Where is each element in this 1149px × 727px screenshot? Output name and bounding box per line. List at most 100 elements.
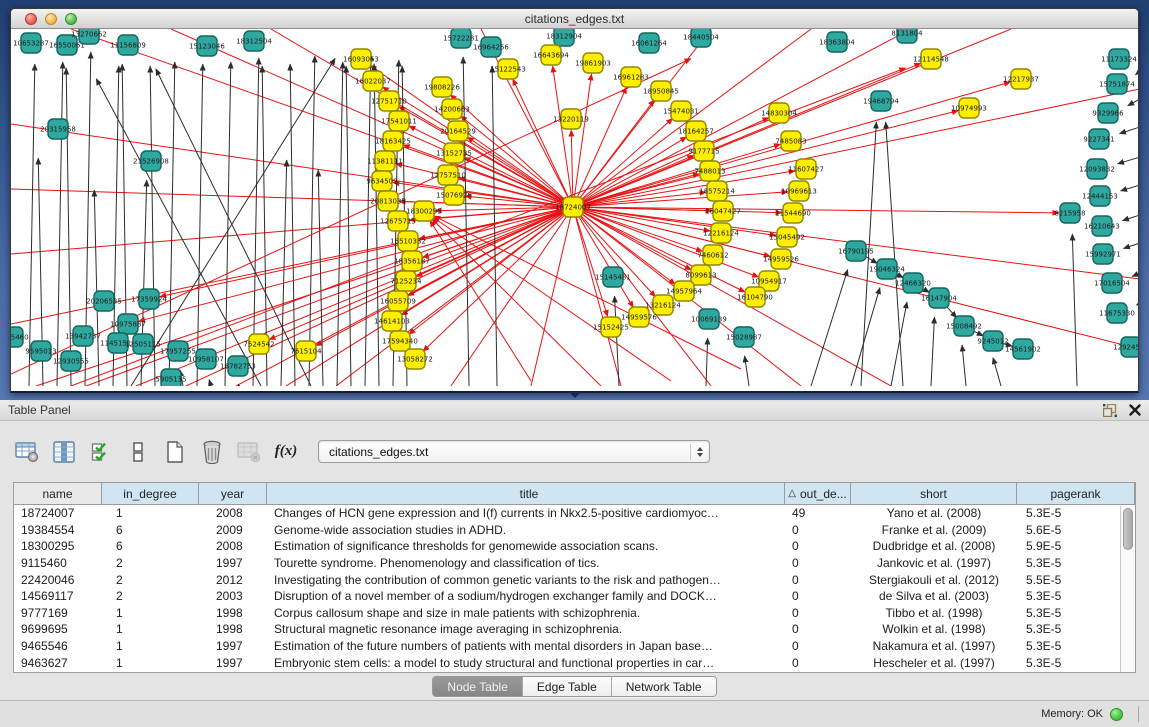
- graph-node-yellow[interactable]: 12217937: [1003, 69, 1039, 89]
- citation-edge-black[interactable]: [1128, 99, 1139, 106]
- citation-edge-red[interactable]: [573, 29, 911, 207]
- graph-node-yellow[interactable]: 19861903: [575, 53, 611, 73]
- citation-edge-red[interactable]: [139, 207, 573, 321]
- close-window-button[interactable]: [25, 13, 37, 25]
- graph-node-teal[interactable]: 21526908: [133, 151, 169, 171]
- citation-edge-red[interactable]: [467, 137, 573, 207]
- graph-node-yellow[interactable]: 7460612: [697, 245, 728, 265]
- delete-table-icon[interactable]: [199, 439, 225, 465]
- graph-node-yellow[interactable]: 16093063: [343, 49, 379, 69]
- column-header-out_de[interactable]: △out_de...: [785, 483, 851, 504]
- graph-node-yellow[interactable]: 12114548: [913, 49, 949, 69]
- graph-node-teal[interactable]: 18312504: [236, 31, 272, 51]
- new-table-icon[interactable]: [162, 439, 188, 465]
- graph-node-teal[interactable]: 12505115: [125, 334, 161, 354]
- table-row[interactable]: 1456911722003Disruption of a novel membe…: [14, 588, 1135, 605]
- graph-node-teal[interactable]: 15145481: [595, 267, 631, 287]
- citation-edge-red[interactable]: [573, 207, 1059, 213]
- graph-node-yellow[interactable]: 16022037: [355, 71, 391, 91]
- graph-node-yellow[interactable]: 7488013: [694, 161, 725, 181]
- citation-edge-black[interactable]: [891, 302, 907, 386]
- graph-node-teal[interactable]: 10653287: [13, 33, 49, 53]
- citation-edge-black[interactable]: [931, 317, 934, 386]
- table-row[interactable]: 911546021997Tourette syndrome. Phenomeno…: [14, 555, 1135, 572]
- table-row[interactable]: 1830029562008Estimation of significance …: [14, 538, 1135, 555]
- citation-edge-black[interactable]: [141, 180, 147, 386]
- citation-edge-black[interactable]: [1121, 185, 1139, 191]
- column-header-year[interactable]: year: [199, 483, 267, 504]
- delete-column-icon[interactable]: [236, 439, 262, 465]
- citation-edge-red[interactable]: [271, 29, 573, 207]
- graph-node-yellow[interactable]: 18950845: [643, 81, 679, 101]
- graph-node-yellow[interactable]: 16643694: [533, 45, 569, 65]
- graph-node-yellow[interactable]: 16047427: [705, 201, 741, 221]
- graph-node-teal[interactable]: 20315958: [40, 119, 76, 139]
- column-header-title[interactable]: title: [267, 483, 785, 504]
- memory-indicator[interactable]: [1110, 708, 1123, 721]
- graph-node-teal[interactable]: 17016504: [1094, 273, 1130, 293]
- graph-node-yellow[interactable]: 15045492: [769, 227, 805, 247]
- graph-node-teal[interactable]: 15028987: [726, 327, 762, 347]
- graph-node-teal[interactable]: 14561902: [1005, 339, 1041, 359]
- graph-node-teal[interactable]: 12930555: [53, 351, 89, 371]
- table-row[interactable]: 2242004622012Investigating the contribut…: [14, 571, 1135, 588]
- table-row[interactable]: 1872400712008Changes of HCN gene express…: [14, 505, 1135, 522]
- graph-node-yellow[interactable]: 13058272: [397, 349, 433, 369]
- graph-node-teal[interactable]: 11173324: [1101, 49, 1137, 69]
- tab-network-table[interactable]: Network Table: [612, 677, 716, 696]
- citation-edge-black[interactable]: [745, 356, 749, 386]
- graph-node-yellow[interactable]: 11544690: [775, 203, 811, 223]
- citation-edge-red[interactable]: [573, 144, 780, 207]
- graph-node-teal[interactable]: 12093832: [1079, 159, 1115, 179]
- graph-node-teal[interactable]: 9115460: [11, 327, 29, 347]
- citation-edge-black[interactable]: [29, 64, 35, 386]
- citation-edge-black[interactable]: [492, 66, 497, 386]
- citation-edge-black[interactable]: [1119, 127, 1139, 134]
- citation-edge-red[interactable]: [316, 207, 573, 346]
- column-header-pagerank[interactable]: pagerank: [1017, 483, 1135, 504]
- graph-node-teal[interactable]: 9329966: [1092, 103, 1124, 123]
- citation-edge-black[interactable]: [1136, 303, 1139, 305]
- graph-node-yellow[interactable]: 20813035: [370, 191, 406, 211]
- citation-edge-red[interactable]: [423, 207, 573, 351]
- graph-node-yellow[interactable]: 12757510: [430, 165, 466, 185]
- graph-node-teal[interactable]: 8131804: [891, 29, 923, 43]
- citation-edge-black[interactable]: [993, 358, 1001, 386]
- graph-node-teal[interactable]: 9245012: [977, 331, 1008, 351]
- citation-edge-black[interactable]: [365, 54, 371, 386]
- graph-node-teal[interactable]: 11156809: [110, 35, 146, 55]
- citation-edge-red[interactable]: [573, 207, 703, 251]
- panel-splitter-handle[interactable]: [569, 392, 581, 398]
- citation-edge-black[interactable]: [238, 384, 239, 386]
- graph-node-yellow[interactable]: 7615104: [290, 341, 322, 361]
- table-vertical-scrollbar[interactable]: [1120, 506, 1135, 672]
- graph-node-yellow[interactable]: 15122543: [490, 59, 526, 79]
- float-panel-icon[interactable]: [1103, 404, 1117, 417]
- graph-node-teal[interactable]: 12924503: [1113, 337, 1139, 357]
- graph-node-yellow[interactable]: 10974993: [951, 98, 987, 118]
- citation-edge-red[interactable]: [573, 171, 795, 207]
- table-row[interactable]: 946362711997Embryonic stem cells: a mode…: [14, 654, 1135, 671]
- citation-edge-red[interactable]: [573, 89, 1139, 207]
- graph-node-teal[interactable]: 18363804: [819, 32, 855, 52]
- graph-node-yellow[interactable]: 7524542: [243, 334, 274, 354]
- graph-node-yellow[interactable]: 19808226: [424, 77, 460, 97]
- citation-edge-black[interactable]: [94, 190, 99, 386]
- graph-node-teal[interactable]: 19468794: [863, 91, 899, 111]
- table-selector-dropdown[interactable]: citations_edges.txt: [318, 440, 710, 463]
- graph-node-teal[interactable]: 11675330: [1099, 303, 1135, 323]
- graph-node-yellow[interactable]: 14830304: [761, 103, 797, 123]
- citation-edge-red[interactable]: [573, 207, 691, 270]
- citation-edge-black[interactable]: [1123, 243, 1139, 249]
- citation-edge-black[interactable]: [281, 160, 287, 386]
- graph-node-yellow[interactable]: 17594340: [382, 331, 418, 351]
- graph-node-yellow[interactable]: 16961283: [613, 67, 649, 87]
- scrollbar-thumb[interactable]: [1123, 508, 1133, 550]
- citation-edge-black[interactable]: [1118, 157, 1139, 164]
- citation-edge-black[interactable]: [811, 269, 848, 386]
- table-row[interactable]: 969969511998Structural magnetic resonanc…: [14, 621, 1135, 638]
- citation-edge-black[interactable]: [1135, 71, 1139, 75]
- graph-node-teal[interactable]: 5905135: [155, 369, 186, 386]
- graph-node-teal[interactable]: 9227341: [1083, 129, 1114, 149]
- citation-edge-red[interactable]: [573, 111, 958, 207]
